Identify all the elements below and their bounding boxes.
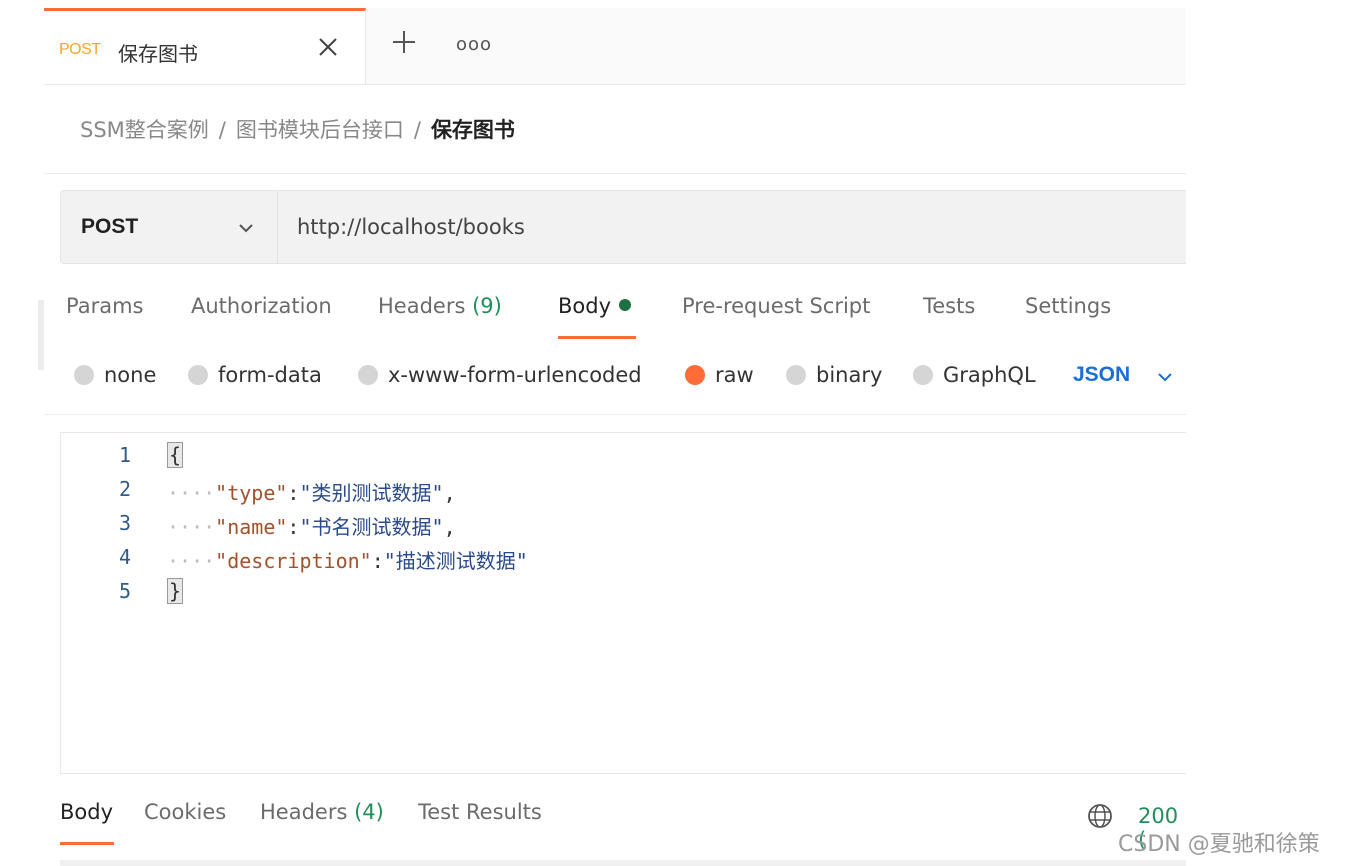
response-tab-headers[interactable]: Headers (4) — [260, 800, 384, 824]
watermark: CSDN @夏驰和徐策 — [1118, 832, 1320, 857]
radio-label: GraphQL — [943, 363, 1036, 387]
divider — [44, 173, 1186, 174]
radio-x-www-form-urlencoded[interactable]: x-www-form-urlencoded — [358, 363, 642, 387]
close-icon[interactable] — [314, 33, 342, 61]
json-value: "书名测试数据" — [299, 515, 444, 539]
radio-circle-icon — [188, 365, 208, 385]
breadcrumb-separator: / — [218, 118, 226, 142]
tab-settings[interactable]: Settings — [1025, 294, 1111, 318]
radio-circle-icon — [358, 365, 378, 385]
tab-params[interactable]: Params — [66, 294, 144, 318]
chevron-down-icon[interactable] — [1156, 368, 1174, 386]
tab-headers[interactable]: Headers (9) — [378, 294, 502, 318]
json-colon: : — [287, 515, 300, 539]
code-line: 1 { — [61, 442, 1181, 477]
radio-binary[interactable]: binary — [786, 363, 882, 387]
radio-none[interactable]: none — [74, 363, 156, 387]
radio-circle-icon — [786, 365, 806, 385]
line-number: 3 — [118, 511, 131, 535]
response-tab-headers-count: (4) — [354, 800, 384, 824]
radio-graphql[interactable]: GraphQL — [913, 363, 1036, 387]
divider — [44, 414, 1186, 415]
radio-circle-icon — [74, 365, 94, 385]
tab-body[interactable]: Body — [558, 294, 632, 318]
postman-window: POST 保存图书 ooo SSM整合案例 / 图书模块后台接口 / 保存图书 POST… — [44, 8, 1186, 866]
tab-title: 保存图书 — [118, 42, 198, 66]
json-colon: : — [287, 481, 300, 505]
breadcrumb-separator: / — [413, 118, 421, 142]
response-tab-headers-label: Headers — [260, 800, 348, 824]
radio-circle-icon — [913, 365, 933, 385]
line-number: 2 — [118, 477, 131, 501]
json-comma: , — [443, 515, 456, 539]
radio-form-data[interactable]: form-data — [188, 363, 322, 387]
radio-raw[interactable]: raw — [685, 363, 754, 387]
json-colon: : — [371, 549, 384, 573]
url-input[interactable]: http://localhost/books — [297, 215, 525, 239]
tab-headers-count: (9) — [472, 294, 502, 318]
active-response-tab-underline — [60, 842, 114, 845]
method-label: POST — [81, 215, 139, 238]
url-bar: POST http://localhost/books — [60, 190, 1186, 264]
radio-selected-icon — [685, 365, 705, 385]
language-select[interactable]: JSON — [1073, 363, 1130, 387]
method-select[interactable]: POST — [61, 191, 278, 263]
globe-icon[interactable] — [1086, 802, 1114, 830]
json-key: "description" — [215, 549, 372, 573]
breadcrumb: SSM整合案例 / 图书模块后台接口 / 保存图书 — [80, 114, 515, 144]
tab-authorization[interactable]: Authorization — [191, 294, 332, 318]
tab-headers-label: Headers — [378, 294, 466, 318]
radio-label: none — [104, 363, 157, 387]
code-line: 5 } — [61, 578, 1181, 613]
indent-dots: ···· — [167, 481, 216, 505]
json-comma: , — [443, 481, 456, 505]
more-tabs-icon[interactable]: ooo — [456, 34, 492, 55]
response-tab-body[interactable]: Body — [60, 800, 113, 824]
json-key: "type" — [215, 481, 288, 505]
tab-tests[interactable]: Tests — [923, 294, 975, 318]
chevron-down-icon — [239, 224, 253, 233]
json-value: "类别测试数据" — [299, 481, 444, 505]
response-tab-cookies[interactable]: Cookies — [144, 800, 226, 824]
response-tab-test-results[interactable]: Test Results — [418, 800, 542, 824]
breadcrumb-item-collection[interactable]: SSM整合案例 — [80, 118, 209, 142]
radio-label: form-data — [218, 363, 322, 387]
code-line: 2 ····"type":"类别测试数据", — [61, 477, 1181, 511]
tab-pre-request-script[interactable]: Pre-request Script — [682, 294, 870, 318]
close-brace: } — [167, 578, 184, 604]
tab-bar: POST 保存图书 ooo — [44, 8, 1186, 85]
indent-dots: ···· — [167, 549, 216, 573]
indent-dots: ···· — [167, 515, 216, 539]
request-tab[interactable]: POST 保存图书 — [44, 8, 366, 84]
radio-label: x-www-form-urlencoded — [388, 363, 642, 387]
tab-method: POST — [59, 41, 101, 58]
json-value: "描述测试数据" — [383, 549, 528, 573]
response-toolbar-edge — [60, 860, 1186, 866]
breadcrumb-current: 保存图书 — [430, 118, 515, 142]
line-number: 5 — [118, 579, 131, 603]
radio-label: raw — [715, 363, 754, 387]
code-editor[interactable]: 1 { 2 ····"type":"类别测试数据", 3 ····"name":… — [60, 432, 1186, 774]
plus-icon[interactable] — [390, 28, 418, 56]
json-key: "name" — [215, 515, 288, 539]
code-line: 3 ····"name":"书名测试数据", — [61, 511, 1181, 545]
tab-body-label: Body — [558, 294, 612, 318]
line-number: 1 — [118, 443, 131, 467]
breadcrumb-item-folder[interactable]: 图书模块后台接口 — [236, 118, 404, 142]
active-tab-underline — [558, 336, 636, 339]
line-number: 4 — [118, 545, 131, 569]
open-brace: { — [167, 442, 184, 468]
code-line: 4 ····"description":"描述测试数据" — [61, 545, 1181, 579]
radio-label: binary — [816, 363, 883, 387]
modified-dot-icon — [619, 299, 632, 311]
